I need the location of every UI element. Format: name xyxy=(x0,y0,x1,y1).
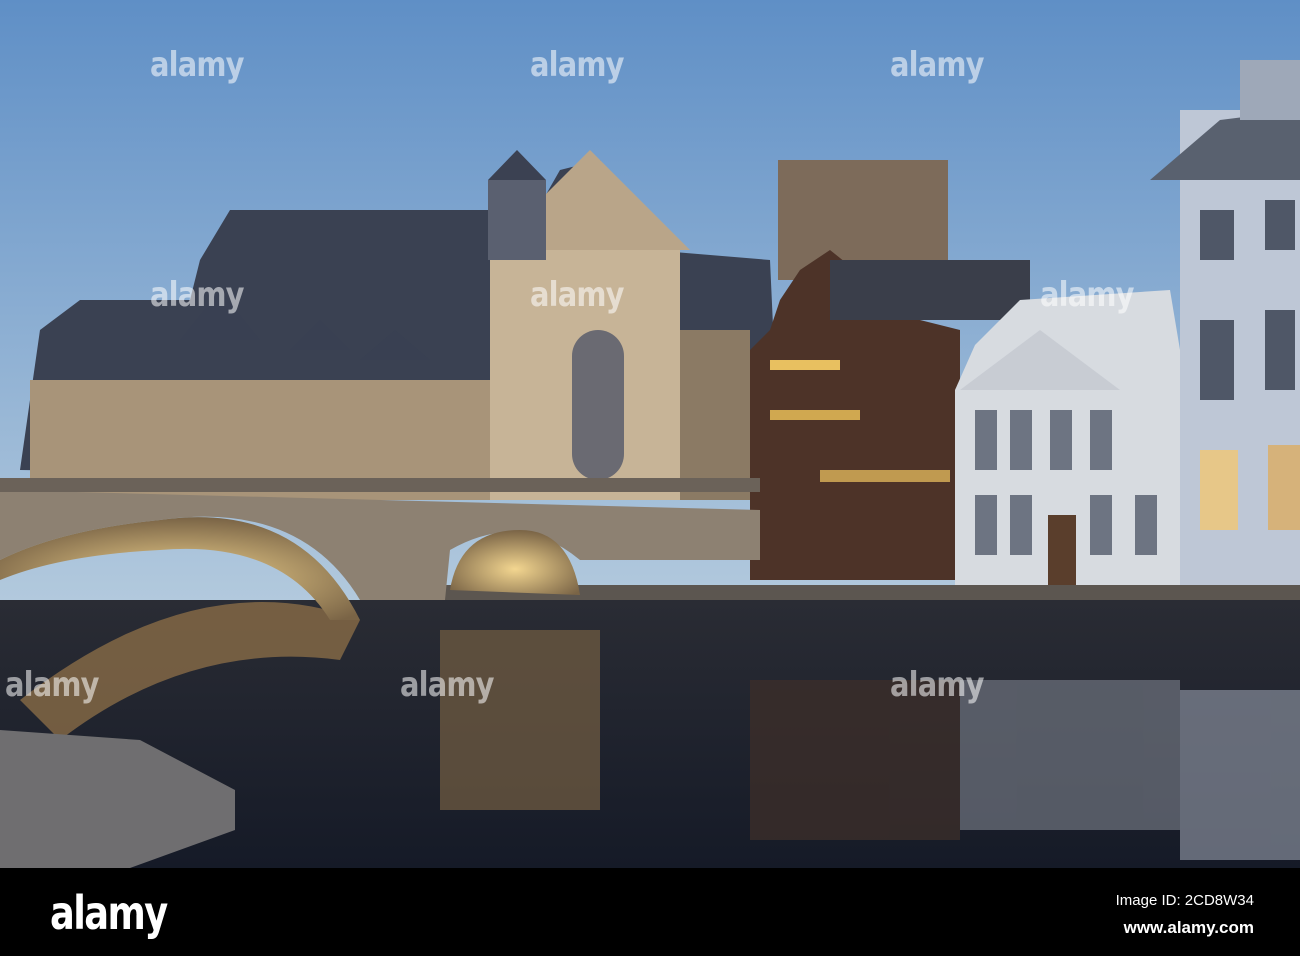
watermark: alamy xyxy=(530,275,624,315)
watermark: alamy xyxy=(400,665,494,705)
footer-bar: alamy Image ID: 2CD8W34 www.alamy.com xyxy=(0,868,1300,956)
image-id: Image ID: 2CD8W34 xyxy=(1115,892,1254,909)
watermark: alamy xyxy=(890,665,984,705)
watermark: alamy xyxy=(150,45,244,85)
alamy-logo: alamy xyxy=(50,886,168,940)
white-house xyxy=(955,290,1185,590)
watermark: alamy xyxy=(5,665,99,705)
canal-scene-photo xyxy=(0,0,1300,868)
watermark: alamy xyxy=(150,275,244,315)
watermark: alamy xyxy=(890,45,984,85)
watermark: alamy xyxy=(530,45,624,85)
site-url: www.alamy.com xyxy=(1123,918,1254,937)
watermark: alamy xyxy=(1040,275,1134,315)
stock-photo: alamy alamy alamy alamy alamy alamy alam… xyxy=(0,0,1300,956)
